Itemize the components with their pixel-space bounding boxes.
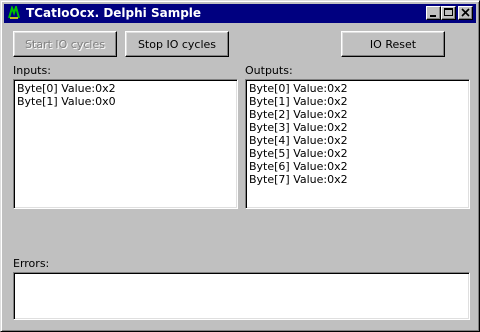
list-item[interactable]: Byte[1] Value:0x2 — [249, 95, 466, 108]
io-reset-button[interactable]: IO Reset — [341, 31, 445, 57]
list-item[interactable]: Byte[6] Value:0x2 — [249, 160, 466, 173]
maximize-icon — [444, 8, 453, 16]
title-bar[interactable]: TCatIoOcx. Delphi Sample — [4, 4, 476, 23]
window-title: TCatIoOcx. Delphi Sample — [26, 6, 202, 20]
list-item[interactable]: Byte[0] Value:0x2 — [17, 82, 234, 95]
close-button[interactable] — [458, 6, 473, 20]
inputs-label: Inputs: — [13, 64, 51, 77]
minimize-icon — [430, 15, 436, 17]
close-icon — [461, 8, 470, 17]
errors-label: Errors: — [13, 257, 50, 270]
list-item[interactable]: Byte[7] Value:0x2 — [249, 173, 466, 186]
list-item[interactable]: Byte[2] Value:0x2 — [249, 108, 466, 121]
app-icon — [7, 6, 21, 20]
outputs-list[interactable]: Byte[0] Value:0x2 Byte[1] Value:0x2 Byte… — [245, 79, 470, 209]
inputs-list[interactable]: Byte[0] Value:0x2 Byte[1] Value:0x0 — [13, 79, 238, 209]
list-item[interactable]: Byte[3] Value:0x2 — [249, 121, 466, 134]
maximize-button[interactable] — [441, 6, 456, 20]
minimize-button[interactable] — [426, 6, 441, 20]
start-io-cycles-button[interactable]: Start IO cycles — [13, 31, 117, 57]
stop-io-cycles-button[interactable]: Stop IO cycles — [125, 31, 229, 57]
errors-list[interactable] — [13, 272, 470, 320]
app-window: TCatIoOcx. Delphi Sample Start IO cycles… — [0, 0, 480, 332]
list-item[interactable]: Byte[5] Value:0x2 — [249, 147, 466, 160]
outputs-label: Outputs: — [245, 64, 293, 77]
list-item[interactable]: Byte[1] Value:0x0 — [17, 95, 234, 108]
list-item[interactable]: Byte[0] Value:0x2 — [249, 82, 466, 95]
list-item[interactable]: Byte[4] Value:0x2 — [249, 134, 466, 147]
